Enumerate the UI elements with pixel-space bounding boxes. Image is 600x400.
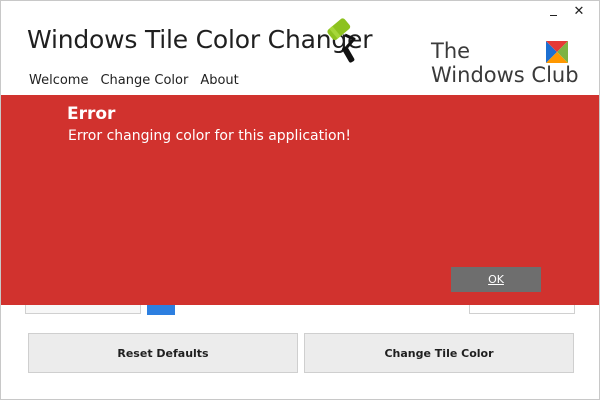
brand-line-2: Windows Club [431, 63, 579, 87]
close-icon: ✕ [573, 4, 585, 19]
error-dialog: Error Error changing color for this appl… [1, 95, 599, 305]
nav-about[interactable]: About [200, 73, 238, 88]
nav-welcome[interactable]: Welcome [29, 73, 88, 88]
close-button[interactable]: ✕ [573, 5, 585, 19]
error-message: Error changing color for this applicatio… [68, 128, 352, 144]
window-controls: ✕ [547, 5, 585, 19]
app-title: Windows Tile Color Changer [27, 25, 373, 54]
error-title: Error [67, 104, 116, 124]
minimize-icon [549, 14, 557, 16]
ok-button[interactable]: OK [451, 267, 541, 292]
main-nav: Welcome Change Color About [29, 73, 251, 88]
app-window: ✕ Windows Tile Color Changer Welcome Cha… [0, 0, 600, 400]
twc-logo-icon [546, 41, 568, 63]
minimize-button[interactable] [547, 5, 559, 19]
nav-change-color[interactable]: Change Color [100, 73, 188, 88]
change-tile-color-button[interactable]: Change Tile Color [304, 333, 574, 373]
reset-defaults-button[interactable]: Reset Defaults [28, 333, 298, 373]
paint-roller-icon [327, 18, 356, 63]
